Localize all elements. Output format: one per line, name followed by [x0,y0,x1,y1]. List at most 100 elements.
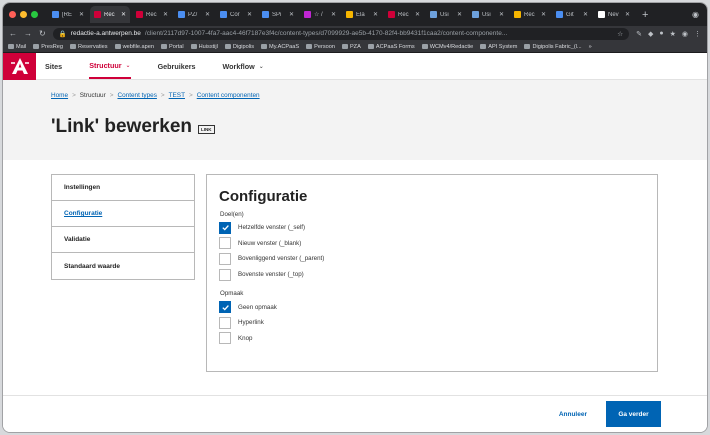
tab-close-icon[interactable]: ✕ [247,11,252,18]
breadcrumb-separator: > [188,92,193,99]
close-window-button[interactable] [9,11,16,18]
extension-icon[interactable]: ◆ [648,30,653,38]
bookmark-item[interactable]: PZA [341,44,361,50]
tab-close-icon[interactable]: ✕ [457,11,462,18]
tab-close-icon[interactable]: ✕ [121,11,126,18]
browser-tab[interactable]: Rec ✕ [132,6,172,23]
cancel-button[interactable]: Annuleer [559,411,587,418]
checkbox[interactable] [219,237,231,250]
browser-menu-icon[interactable]: ⋮ [694,30,701,38]
bookmark-item[interactable]: API System [480,44,517,50]
extension-icon[interactable]: ● [659,30,663,37]
breadcrumb-link[interactable]: Home [51,92,68,99]
tab-close-icon[interactable]: ✕ [499,11,504,18]
checkbox-option[interactable]: Bovenliggend venster (_parent) [219,251,645,267]
browser-tab[interactable]: Git ✕ [552,6,592,23]
side-menu-item-standaard-waarde[interactable]: Standaard waarde [52,253,194,279]
new-tab-button[interactable]: + [642,9,648,21]
extension-icon[interactable]: ✎ [636,30,642,38]
browser-tab[interactable]: Usi ✕ [426,6,466,23]
bookmark-item[interactable]: ACPaaS Forms [367,44,415,50]
checkbox[interactable] [219,252,231,265]
checkbox-label: Knop [238,334,253,342]
bookmark-item[interactable]: My.ACPaaS [261,44,299,50]
checkbox[interactable] [219,268,231,281]
checkbox-option[interactable]: Knop [219,331,645,347]
bookmark-item[interactable]: Persoon [306,44,335,50]
bookmark-item[interactable]: WCMv4/Redactie [421,44,473,50]
reload-icon[interactable]: ↻ [39,29,46,38]
checkbox-option[interactable]: Nieuw venster (_blank) [219,236,645,252]
tab-close-icon[interactable]: ✕ [583,11,588,18]
bookmarks-more-button[interactable]: » [589,44,592,50]
checkbox[interactable] [219,316,231,329]
antwerpen-logo[interactable] [3,52,36,80]
tab-close-icon[interactable]: ✕ [331,11,336,18]
checkbox[interactable] [219,332,231,345]
bookmark-item[interactable]: PresReg [33,44,63,50]
minimize-window-button[interactable] [20,11,27,18]
forward-icon[interactable]: → [24,29,32,38]
browser-tab[interactable]: Rec ✕ [510,6,550,23]
continue-button[interactable]: Ga verder [606,401,661,427]
browser-tab[interactable]: Nev ✕ [594,6,634,23]
browser-tab[interactable]: SPi ✕ [258,6,298,23]
tab-label: Rec [524,11,535,18]
bookmark-item[interactable]: webfile.apen [114,44,154,50]
tab-search-icon[interactable]: ◉ [692,10,699,19]
back-icon[interactable]: ← [9,29,17,38]
breadcrumb-link[interactable]: Content types [117,92,156,99]
breadcrumb-link[interactable]: TEST [169,92,185,99]
tab-close-icon[interactable]: ✕ [373,11,378,18]
nav-item-gebruikers[interactable]: Gebruikers [158,53,196,79]
browser-tab[interactable]: Cor ✕ [216,6,256,23]
tab-label: Rec [146,11,157,18]
tab-close-icon[interactable]: ✕ [205,11,210,18]
tab-close-icon[interactable]: ✕ [289,11,294,18]
styling-group: Geen opmaak Hyperlink Knop [219,299,645,346]
checkbox-option[interactable]: Geen opmaak [219,299,645,315]
checkbox-option[interactable]: Hetzelfde venster (_self) [219,220,645,236]
nav-item-structuur[interactable]: Structuur ⌄ [89,53,131,79]
checkbox[interactable] [219,301,231,314]
checkbox-option[interactable]: Hyperlink [219,315,645,331]
tab-close-icon[interactable]: ✕ [541,11,546,18]
side-menu-item-validatie[interactable]: Validatie [52,227,194,253]
browser-tab[interactable]: Ela ✕ [342,6,382,23]
browser-tab[interactable]: Rec ✕ [384,6,424,23]
maximize-window-button[interactable] [31,11,38,18]
tab-close-icon[interactable]: ✕ [625,11,630,18]
puzzle-icon[interactable]: ★ [670,30,676,38]
main-content: Instellingen Configuratie Validatie Standaa… [3,160,707,393]
profile-icon[interactable]: ◉ [682,30,688,38]
bookmark-item[interactable]: Portal [161,44,184,50]
tab-close-icon[interactable]: ✕ [415,11,420,18]
bookmark-item[interactable]: Huisstijl [190,44,218,50]
url-bar[interactable]: 🔒 redactie-a.antwerpen.be/client/2117d97… [52,27,630,40]
nav-item-workflow[interactable]: Workflow ⌄ [223,53,264,79]
side-menu-item-instellingen[interactable]: Instellingen [52,175,194,201]
checkbox-label: Nieuw venster (_blank) [238,239,302,247]
side-menu-item-configuratie[interactable]: Configuratie [52,201,194,227]
nav-item-sites[interactable]: Sites [45,53,62,79]
bookmark-item[interactable]: Mail [8,44,26,50]
browser-tab[interactable]: PZ/ ✕ [174,6,214,23]
browser-tab[interactable]: [RE ✕ [48,6,88,23]
tab-close-icon[interactable]: ✕ [163,11,168,18]
breadcrumb-link[interactable]: Content componenten [197,92,260,99]
tab-close-icon[interactable]: ✕ [79,11,84,18]
page-heading: 'Link' bewerken LINK [51,116,215,138]
bookmark-list: Mail PresReg Reservaties webfile.apen Portal… [8,44,582,50]
checkbox-option[interactable]: Bovenste venster (_top) [219,267,645,283]
browser-tab[interactable]: ☆ / ✕ [300,6,340,23]
browser-tab[interactable]: Usi ✕ [468,6,508,23]
tab-label: Nev [608,11,619,18]
bookmark-item[interactable]: Digipolis Fabric_(l... [524,44,582,50]
tab-label: Rec [398,11,409,18]
checkbox[interactable] [219,221,231,234]
bookmark-item[interactable]: Reservaties [70,44,108,50]
bookmark-item[interactable]: Digipolis [224,44,254,50]
browser-tab[interactable]: Rec ✕ [90,6,130,23]
bookmark-star-icon[interactable]: ☆ [617,30,623,38]
targets-group: Hetzelfde venster (_self) Nieuw venster (… [219,220,645,282]
